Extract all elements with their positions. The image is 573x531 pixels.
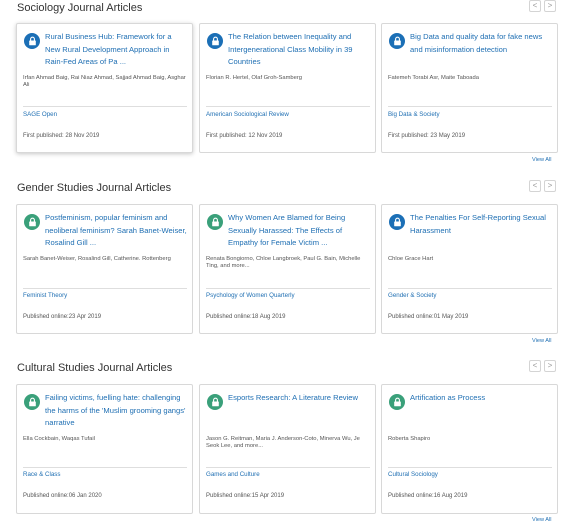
article-authors: Sarah Banet-Weiser, Rosalind Gill, Cathe… [23,256,171,262]
card-divider [206,288,370,289]
view-all-link[interactable]: View All [532,517,552,523]
article-authors: Jason G. Reitman, Maria J. Anderson-Coto… [206,436,360,450]
publish-date: First published: 28 Nov 2019 [23,133,100,139]
section-gender-studies: Gender Studies Journal Articles < > Post… [0,180,573,350]
article-authors: Chloe Grace Hart [388,256,434,262]
carousel-nav: < > [529,360,556,372]
article-title-link[interactable]: Rural Business Hub: Framework for a New … [45,31,188,69]
journal-link[interactable]: Cultural Sociology [388,471,438,478]
section-title: Sociology Journal Articles [17,2,143,14]
card-divider [206,106,370,107]
lock-icon [24,394,40,410]
article-title-link[interactable]: The Penalties For Self-Reporting Sexual … [410,212,553,237]
section-title: Gender Studies Journal Articles [17,182,172,194]
lock-icon [24,214,40,230]
journal-link[interactable]: SAGE Open [23,111,57,118]
carousel-nav: < > [529,180,556,192]
card-divider [388,288,552,289]
journal-link[interactable]: American Sociological Review [206,111,289,118]
lock-icon [389,214,405,230]
next-button[interactable]: > [544,0,556,12]
article-card[interactable]: The Penalties For Self-Reporting Sexual … [381,204,558,334]
publish-date: Published online:23 Apr 2019 [23,314,102,320]
lock-icon [207,394,223,410]
lock-icon [207,33,223,49]
publish-date: Published online:16 Aug 2019 [388,493,468,499]
article-card[interactable]: The Relation between Inequality and Inte… [199,23,376,153]
view-all-link[interactable]: View All [532,338,552,344]
article-authors: Roberta Shapiro [388,436,431,442]
article-title-link[interactable]: Postfeminism, popular feminism and neoli… [45,212,188,250]
article-authors: Ella Cockbain, Waqas Tufail [23,436,95,442]
next-button[interactable]: > [544,180,556,192]
card-divider [23,288,187,289]
article-title-link[interactable]: The Relation between Inequality and Inte… [228,31,371,69]
article-title-link[interactable]: Artification as Process [410,392,553,405]
view-all-link[interactable]: View All [532,157,552,163]
section-sociology: Sociology Journal Articles < > Rural Bus… [0,0,573,170]
card-divider [23,106,187,107]
publish-date: First published: 12 Nov 2019 [206,133,283,139]
article-title-link[interactable]: Big Data and quality data for fake news … [410,31,553,56]
journal-link[interactable]: Race & Class [23,471,60,478]
article-card[interactable]: Why Women Are Blamed for Being Sexually … [199,204,376,334]
lock-icon [207,214,223,230]
article-card[interactable]: Artification as Process Roberta Shapiro … [381,384,558,514]
card-divider [388,106,552,107]
journal-link[interactable]: Big Data & Society [388,111,440,118]
journal-link[interactable]: Feminist Theory [23,292,67,299]
carousel-nav: < > [529,0,556,12]
article-title-link[interactable]: Esports Research: A Literature Review [228,392,371,405]
prev-button[interactable]: < [529,0,541,12]
journal-link[interactable]: Psychology of Women Quarterly [206,292,295,299]
article-card[interactable]: Big Data and quality data for fake news … [381,23,558,153]
section-title: Cultural Studies Journal Articles [17,362,173,374]
article-authors: Irfan Ahmad Baig, Rai Niaz Ahmad, Sajjad… [23,75,186,89]
article-card[interactable]: Rural Business Hub: Framework for a New … [16,23,193,153]
next-button[interactable]: > [544,360,556,372]
publish-date: Published online:01 May 2019 [388,314,469,320]
article-card[interactable]: Failing victims, fuelling hate: challeng… [16,384,193,514]
journal-link[interactable]: Games and Culture [206,471,260,478]
article-card[interactable]: Postfeminism, popular feminism and neoli… [16,204,193,334]
prev-button[interactable]: < [529,360,541,372]
article-authors: Florian R. Hertel, Olaf Groh-Samberg [206,75,303,81]
article-title-link[interactable]: Why Women Are Blamed for Being Sexually … [228,212,371,250]
lock-icon [24,33,40,49]
publish-date: First published: 23 May 2019 [388,133,466,139]
article-authors: Renata Bongiorno, Chloe Langbroek, Paul … [206,256,361,270]
card-divider [206,467,370,468]
publish-date: Published online:06 Jan 2020 [23,493,102,499]
lock-icon [389,394,405,410]
publish-date: Published online:18 Aug 2019 [206,314,286,320]
journal-link[interactable]: Gender & Society [388,292,437,299]
article-card[interactable]: Esports Research: A Literature Review Ja… [199,384,376,514]
article-authors: Fatemeh Torabi Asr, Maite Taboada [388,75,479,81]
lock-icon [389,33,405,49]
publish-date: Published online:15 Apr 2019 [206,493,285,499]
card-divider [388,467,552,468]
prev-button[interactable]: < [529,180,541,192]
article-title-link[interactable]: Failing victims, fuelling hate: challeng… [45,392,188,430]
section-cultural-studies: Cultural Studies Journal Articles < > Fa… [0,360,573,531]
card-divider [23,467,187,468]
